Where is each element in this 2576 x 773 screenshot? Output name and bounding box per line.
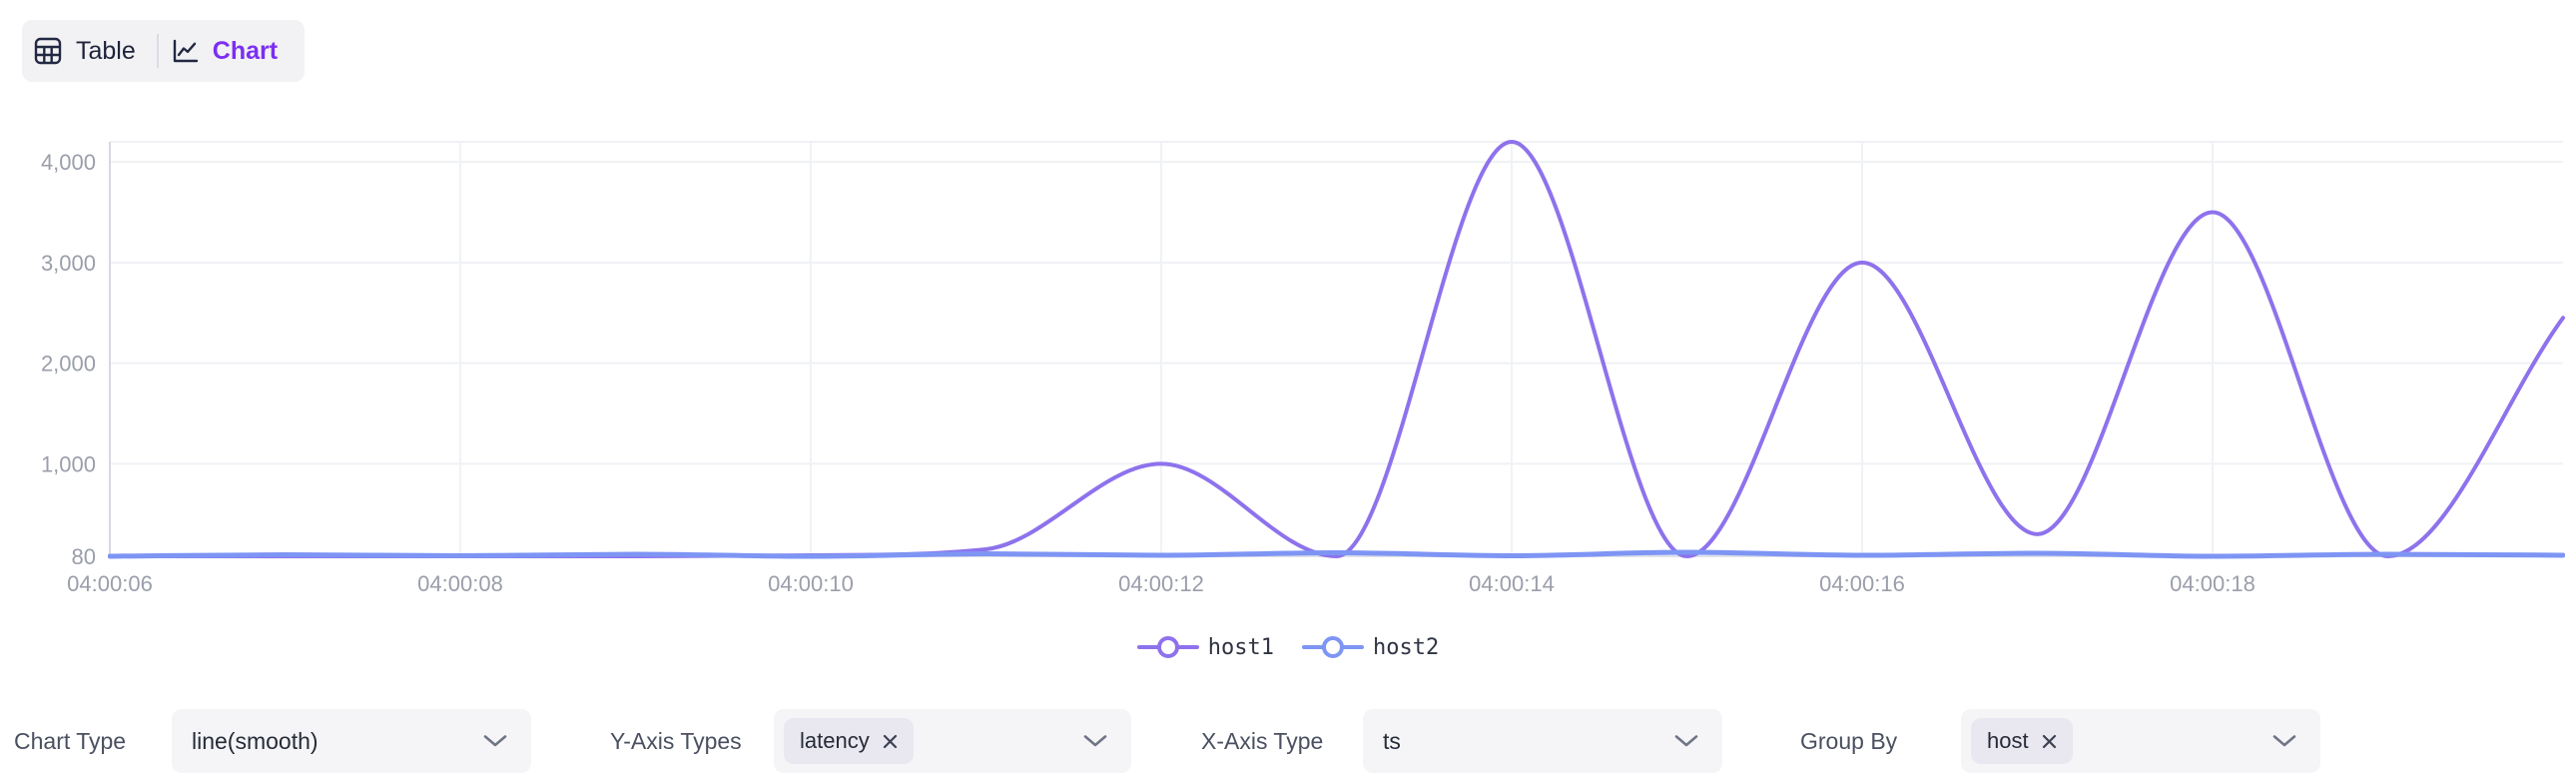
legend-label: host1	[1208, 635, 1274, 660]
chart-legend: host1 host2	[0, 629, 2576, 665]
legend-item-host1[interactable]: host1	[1137, 634, 1274, 660]
x-axis-type-label: X-Axis Type	[1201, 709, 1323, 773]
x-axis-tick-label: 04:00:10	[768, 571, 854, 596]
chevron-down-icon	[2270, 733, 2298, 749]
y-axis-tick-label: 80	[72, 544, 96, 569]
tag-label: latency	[800, 728, 870, 754]
group-by-label: Group By	[1800, 709, 1897, 773]
plot-area[interactable]	[110, 142, 2563, 556]
chart-type-value: line(smooth)	[192, 728, 319, 755]
tag-label: host	[1987, 728, 2029, 754]
chart-controls: Chart Type line(smooth) Y-Axis Types lat…	[0, 709, 2576, 773]
legend-marker	[1302, 634, 1364, 660]
group-by-select[interactable]: host	[1961, 709, 2320, 773]
x-axis-type-value: ts	[1383, 728, 1401, 755]
chevron-down-icon	[481, 733, 509, 749]
y-axis-tick-label: 4,000	[41, 150, 96, 175]
legend-marker	[1137, 634, 1199, 660]
x-axis-tick-label: 04:00:12	[1118, 571, 1204, 596]
y-axis-types-label: Y-Axis Types	[610, 709, 742, 773]
legend-item-host2[interactable]: host2	[1302, 634, 1439, 660]
remove-tag-icon[interactable]	[881, 732, 900, 751]
y-axis-types-select[interactable]: latency	[774, 709, 1131, 773]
x-axis-tick-label: 04:00:14	[1469, 571, 1555, 596]
x-axis-type-select[interactable]: ts	[1363, 709, 1722, 773]
legend-label: host2	[1373, 635, 1439, 660]
group-by-tag: host	[1971, 718, 2073, 764]
chevron-down-icon	[1672, 733, 1700, 749]
chart-panel: Table Chart 801,0002,0003,0004,00004:00:…	[0, 0, 2576, 773]
y-axis-tick-label: 1,000	[41, 451, 96, 476]
y-axis-tick-label: 3,000	[41, 251, 96, 276]
x-axis-tick-label: 04:00:18	[2170, 571, 2255, 596]
x-axis-tick-label: 04:00:06	[67, 571, 153, 596]
chart-type-select[interactable]: line(smooth)	[172, 709, 531, 773]
x-axis-tick-label: 04:00:16	[1819, 571, 1905, 596]
y-axis-tick-label: 2,000	[41, 352, 96, 377]
x-axis-tick-label: 04:00:08	[417, 571, 503, 596]
y-axis-type-tag: latency	[784, 718, 914, 764]
remove-tag-icon[interactable]	[2040, 732, 2059, 751]
chart-type-label: Chart Type	[14, 709, 126, 773]
chevron-down-icon	[1081, 733, 1109, 749]
